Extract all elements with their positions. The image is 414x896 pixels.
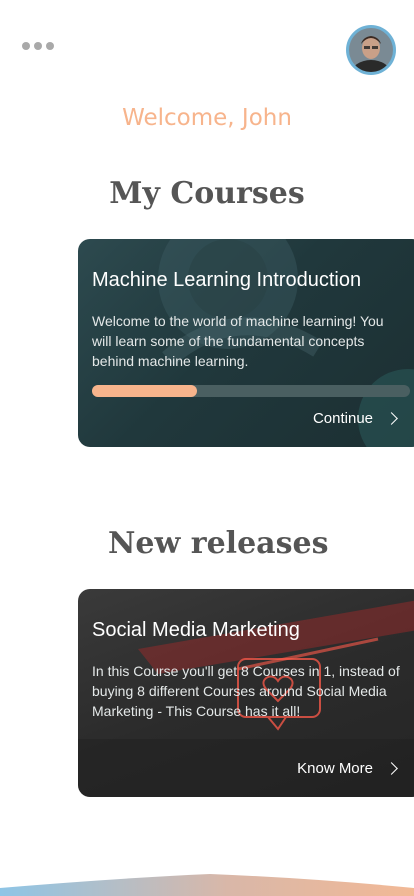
bottom-decoration	[0, 874, 414, 896]
chevron-right-icon	[385, 412, 398, 425]
user-avatar-icon	[349, 28, 393, 72]
course-title: Social Media Marketing	[92, 619, 300, 641]
course-card-social-media[interactable]: Social Media Marketing In this Course yo…	[78, 589, 414, 797]
course-title: Machine Learning Introduction	[92, 269, 362, 291]
continue-button[interactable]: Continue	[312, 410, 398, 427]
chevron-right-icon	[385, 762, 398, 775]
course-progress-bar	[92, 385, 410, 397]
my-courses-heading: My Courses	[109, 176, 305, 211]
course-progress-fill	[92, 385, 197, 397]
course-description: In this Course you'll get 8 Courses in 1…	[92, 663, 400, 719]
avatar[interactable]	[346, 25, 396, 75]
know-more-button[interactable]: Know More	[297, 760, 398, 777]
continue-label: Continue	[312, 410, 373, 427]
course-description: Welcome to the world of machine learning…	[92, 313, 384, 369]
new-releases-heading: New releases	[108, 526, 329, 561]
course-card-machine-learning[interactable]: Machine Learning Introduction Welcome to…	[78, 239, 414, 447]
know-more-label: Know More	[297, 760, 373, 777]
more-dots-icon[interactable]	[22, 40, 58, 52]
welcome-message: Welcome, John	[122, 105, 292, 131]
